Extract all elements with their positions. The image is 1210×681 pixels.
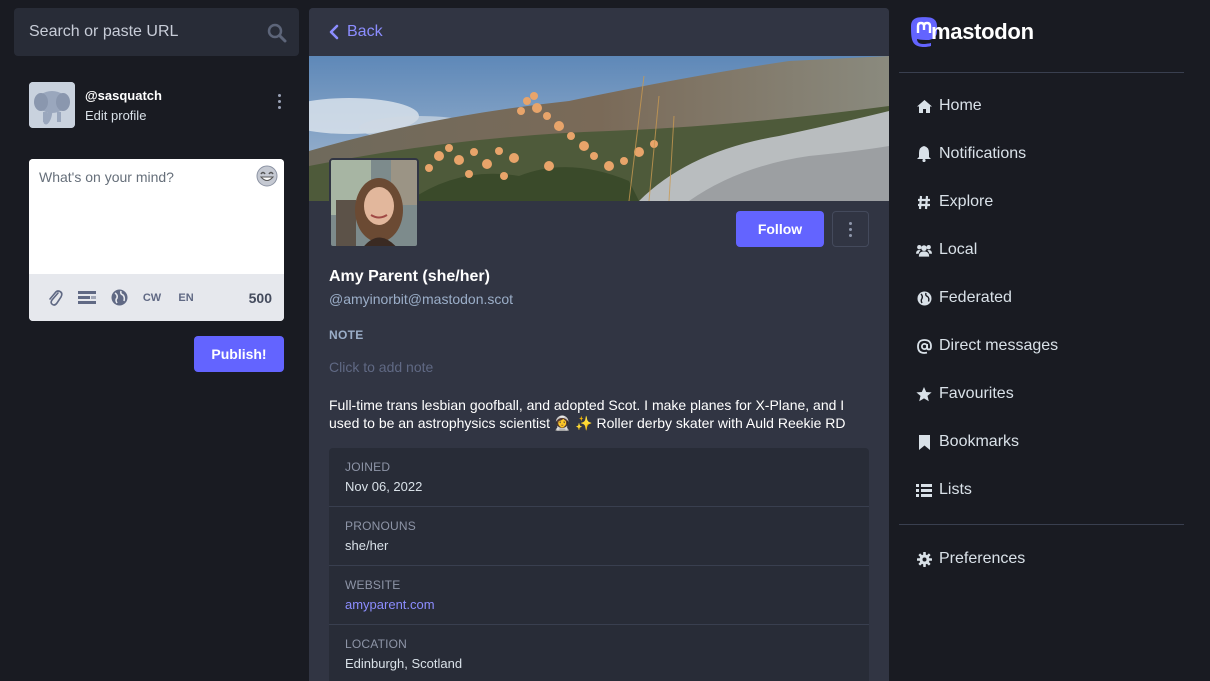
field-joined: JOINED Nov 06, 2022 — [329, 448, 869, 507]
nav-item-federated[interactable]: Federated — [899, 274, 1184, 322]
nav-label: Bookmarks — [939, 433, 1020, 450]
users-icon — [916, 242, 932, 258]
follow-button[interactable]: Follow — [736, 211, 824, 247]
back-button[interactable]: Back — [309, 8, 889, 56]
nav-item-local[interactable]: Local — [899, 226, 1184, 274]
globe-icon — [916, 290, 932, 306]
display-name: Amy Parent (she/her) — [329, 268, 490, 285]
emoji-picker-icon[interactable] — [256, 165, 278, 187]
at-icon — [916, 338, 932, 354]
field-name: JOINED — [345, 460, 391, 474]
publish-button[interactable]: Publish! — [194, 336, 284, 372]
nav-label: Home — [939, 97, 982, 114]
nav-label: Federated — [939, 289, 1012, 306]
field-location: LOCATION Edinburgh, Scotland — [329, 625, 869, 681]
brand-name: mastodon — [931, 19, 1034, 44]
website-link[interactable]: amyparent.com — [345, 597, 853, 612]
secondary-navigation: Preferences — [899, 535, 1184, 583]
account-handle[interactable]: @sasquatch — [85, 88, 162, 103]
field-value: Nov 06, 2022 — [345, 479, 423, 494]
poll-icon[interactable] — [77, 288, 97, 308]
language-button[interactable]: EN — [175, 292, 197, 304]
profile-column: Back Follow Amy Parent (she/her) @amyino… — [309, 8, 889, 681]
nav-item-bookmarks[interactable]: Bookmarks — [899, 418, 1184, 466]
main-navigation: Home Notifications Explore Local Federat… — [899, 82, 1184, 514]
avatar[interactable] — [29, 82, 75, 128]
nav-label: Lists — [939, 481, 972, 498]
character-counter: 500 — [248, 289, 272, 306]
account-row: @sasquatch Edit profile — [29, 82, 299, 128]
nav-item-explore[interactable]: Explore — [899, 178, 1184, 226]
nav-item-lists[interactable]: Lists — [899, 466, 1184, 514]
nav-label: Explore — [939, 193, 994, 210]
edit-profile-link[interactable]: Edit profile — [85, 108, 146, 123]
kebab-menu-icon[interactable] — [271, 94, 287, 114]
search-box — [14, 8, 299, 56]
note-label: NOTE — [329, 328, 364, 342]
profile-photo-icon — [331, 160, 417, 246]
left-column: @sasquatch Edit profile — [14, 8, 299, 372]
field-value: Edinburgh, Scotland — [345, 656, 463, 671]
home-icon — [916, 98, 932, 114]
more-options-icon[interactable] — [832, 211, 869, 247]
nav-item-favourites[interactable]: Favourites — [899, 370, 1184, 418]
elephant-avatar-icon — [29, 82, 75, 128]
nav-label: Direct messages — [939, 337, 1059, 354]
compose-textarea[interactable] — [29, 159, 284, 269]
chevron-left-icon — [329, 24, 339, 40]
note-input[interactable]: Click to add note — [329, 359, 433, 375]
field-value: she/her — [345, 538, 389, 553]
field-website: WEBSITE amyparent.com — [329, 566, 869, 625]
search-input[interactable] — [29, 23, 269, 41]
list-icon — [916, 482, 932, 498]
nav-label: Notifications — [939, 145, 1027, 162]
nav-label: Favourites — [939, 385, 1014, 402]
divider — [899, 72, 1184, 73]
divider — [899, 524, 1184, 525]
nav-item-direct-messages[interactable]: Direct messages — [899, 322, 1184, 370]
hashtag-icon — [916, 194, 932, 210]
star-icon — [916, 386, 932, 402]
back-label: Back — [347, 23, 383, 40]
bell-icon — [916, 146, 932, 162]
nav-label: Preferences — [939, 550, 1026, 567]
field-pronouns: PRONOUNS she/her — [329, 507, 869, 566]
paperclip-icon[interactable] — [45, 288, 65, 308]
nav-item-notifications[interactable]: Notifications — [899, 130, 1184, 178]
field-name: LOCATION — [345, 637, 408, 651]
field-name: PRONOUNS — [345, 519, 416, 533]
profile-avatar[interactable] — [329, 158, 419, 248]
nav-label: Local — [939, 241, 978, 258]
bookmark-icon — [916, 434, 932, 450]
nav-item-home[interactable]: Home — [899, 82, 1184, 130]
profile-handle: @amyinorbit@mastodon.scot — [329, 291, 514, 307]
compose-toolbar: CW EN 500 — [29, 274, 284, 321]
profile-bio: Full-time trans lesbian goofball, and ad… — [329, 397, 846, 431]
compose-form: CW EN 500 — [29, 159, 284, 321]
globe-icon[interactable] — [109, 288, 129, 308]
content-warning-button[interactable]: CW — [141, 292, 163, 304]
gear-icon — [916, 551, 932, 567]
search-icon[interactable] — [267, 23, 287, 43]
profile-fields: JOINED Nov 06, 2022 PRONOUNS she/her WEB… — [329, 448, 869, 681]
mastodon-logo[interactable]: mastodon — [909, 16, 1034, 48]
field-name: WEBSITE — [345, 578, 401, 592]
nav-item-preferences[interactable]: Preferences — [899, 535, 1184, 583]
